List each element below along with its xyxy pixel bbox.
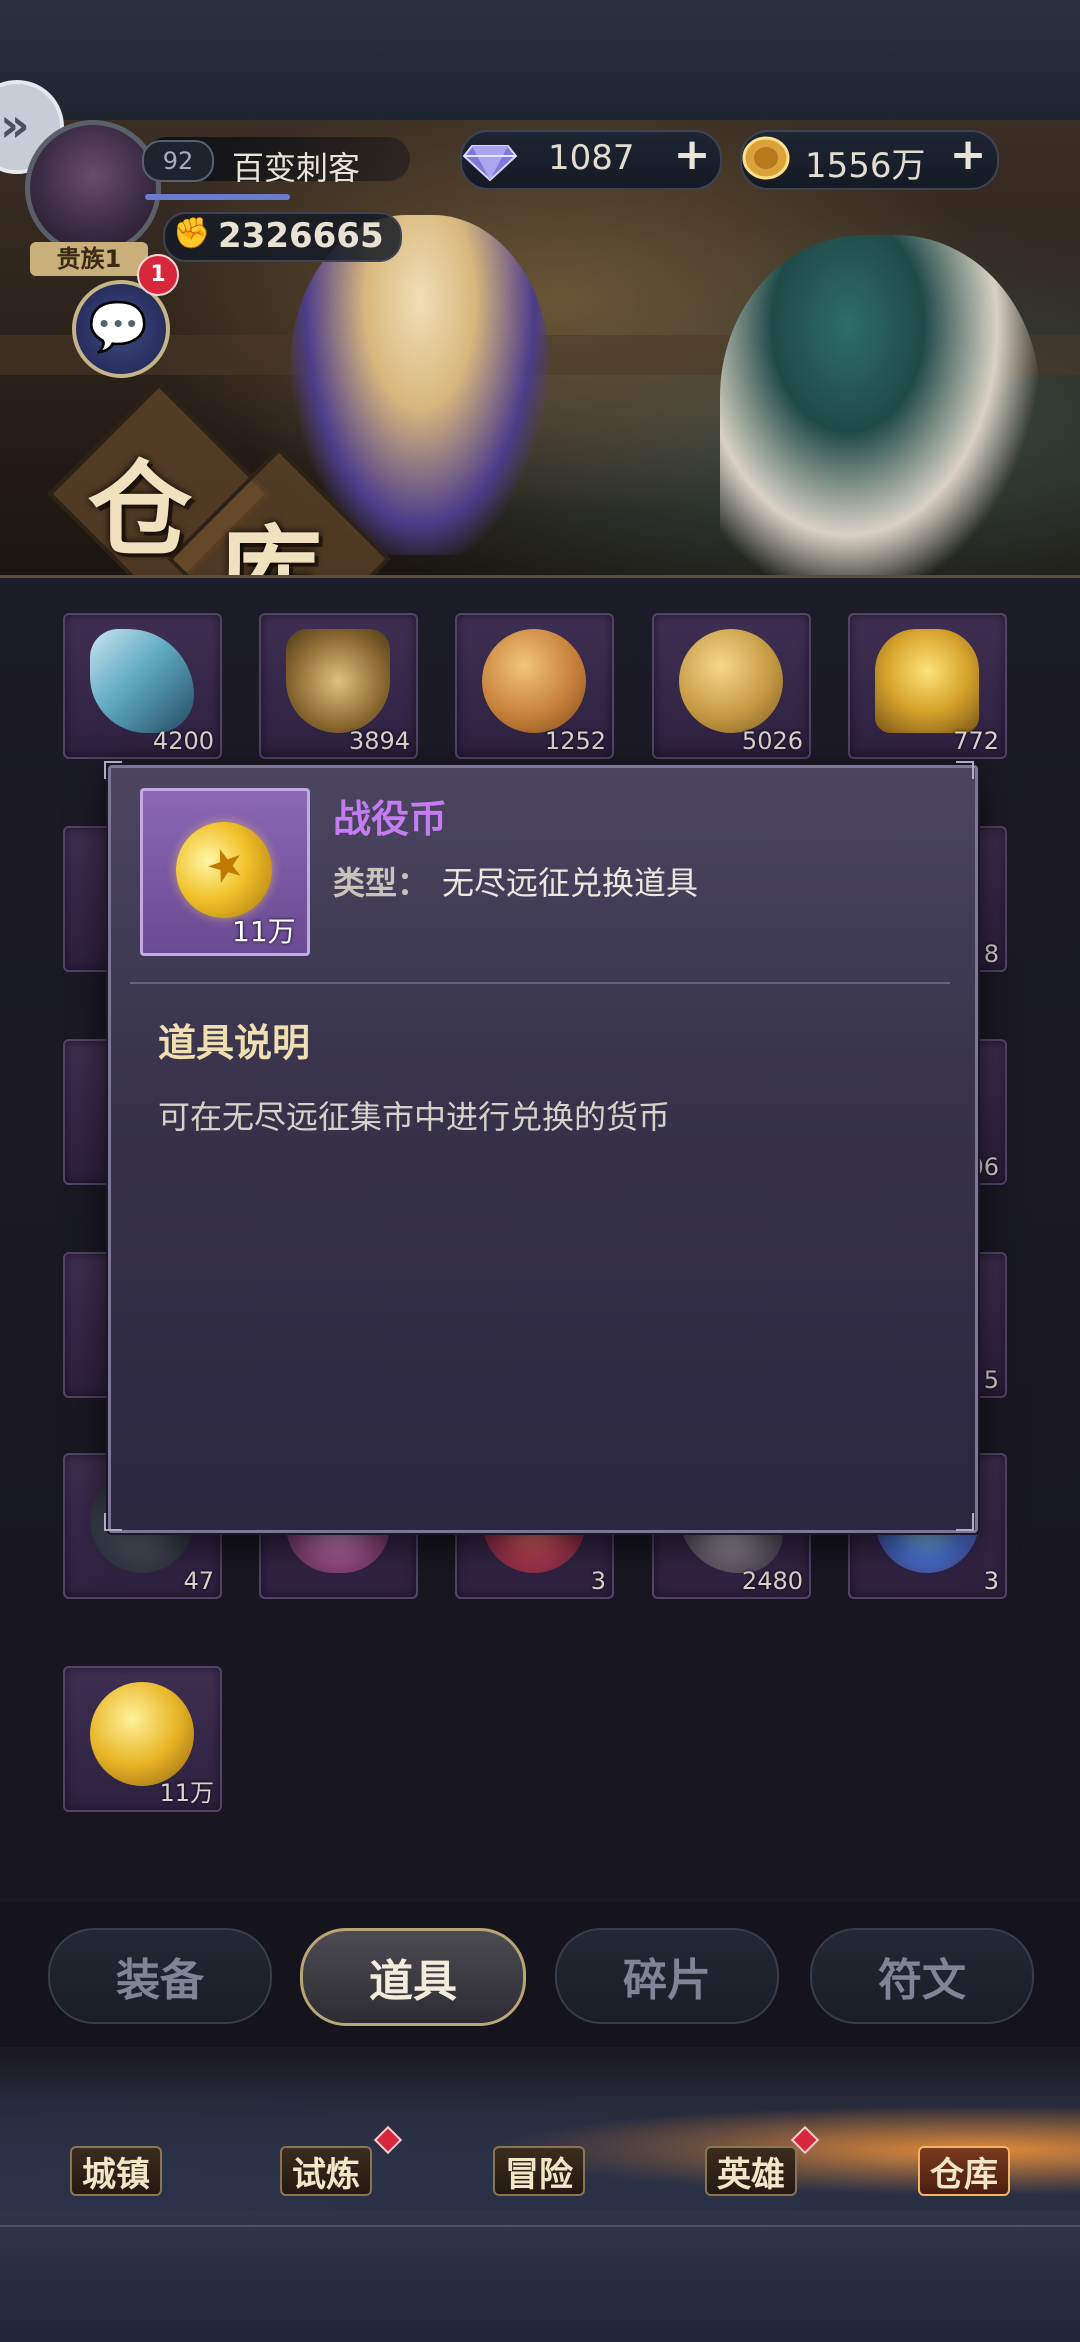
description-text: 可在无尽远征集市中进行兑换的货币 xyxy=(158,1098,671,1136)
popup-divider xyxy=(130,982,950,984)
slot-count: 4200 xyxy=(152,727,214,755)
popup-corner xyxy=(104,761,122,779)
slot-count: 2480 xyxy=(741,1567,803,1595)
description-title: 道具说明 xyxy=(158,1021,311,1065)
crystal-icon xyxy=(90,629,194,733)
glasses-girl-character xyxy=(720,235,1040,575)
item-type-label: 类型： xyxy=(333,864,430,902)
nav-town[interactable]: 城镇 xyxy=(70,2146,162,2196)
top-frame xyxy=(0,0,1080,122)
inventory-slot[interactable]: 1252 xyxy=(455,613,614,759)
inventory-slot[interactable]: 5026 xyxy=(652,613,811,759)
popup-corner xyxy=(104,1513,122,1531)
power-value: 2326665 xyxy=(218,216,384,256)
slot-count: 3 xyxy=(590,1567,606,1595)
nav-adventure[interactable]: 冒险 xyxy=(493,2146,585,2196)
inventory-slot[interactable]: 772 xyxy=(848,613,1007,759)
nav-trial[interactable]: 试炼 xyxy=(280,2146,372,2196)
slot-count: 3894 xyxy=(348,727,410,755)
tab-fragments[interactable]: 碎片 xyxy=(555,1928,779,2024)
star-coin-icon xyxy=(679,629,783,733)
tab-runes[interactable]: 符文 xyxy=(810,1928,1034,2024)
bottom-frame xyxy=(0,2225,1080,2342)
exp-bar xyxy=(145,194,290,200)
inventory-slot[interactable]: 4200 xyxy=(63,613,222,759)
chevron-right-icon: » xyxy=(0,98,30,152)
popup-corner xyxy=(956,761,974,779)
slot-count: 1252 xyxy=(544,727,606,755)
add-gems-button[interactable]: + xyxy=(670,133,714,178)
trophy-icon xyxy=(875,629,979,733)
level-badge: 92 xyxy=(142,140,214,182)
title-char-1: 仓 xyxy=(88,448,193,571)
title-char-2: 库 xyxy=(218,513,323,578)
nav-heroes[interactable]: 英雄 xyxy=(705,2146,797,2196)
tab-items[interactable]: 道具 xyxy=(300,1928,526,2026)
chat-icon: 💬 xyxy=(88,299,148,355)
bronze-coin-icon xyxy=(482,629,586,733)
fist-icon: ✊ xyxy=(173,216,211,251)
slot-count: 8 xyxy=(983,940,999,968)
popup-corner xyxy=(956,1513,974,1531)
gold-coin-icon xyxy=(738,132,794,184)
item-name: 战役币 xyxy=(333,797,448,841)
gold-value: 1556万 xyxy=(805,146,926,186)
item-type-value: 无尽远征兑换道具 xyxy=(442,864,699,902)
slot-count: 3 xyxy=(983,1567,999,1595)
slot-count: 5 xyxy=(983,1366,999,1394)
slot-count: 772 xyxy=(953,727,999,755)
campaign-coin-icon xyxy=(90,1682,194,1786)
nav-warehouse[interactable]: 仓库 xyxy=(918,2146,1010,2196)
banner-title: 仓 库 xyxy=(47,382,391,578)
emblem-icon xyxy=(286,629,390,733)
slot-count: 5026 xyxy=(741,727,803,755)
item-count: 11万 xyxy=(232,915,296,948)
vip-badge: 贵族1 xyxy=(30,242,148,276)
inventory-slot[interactable]: 3894 xyxy=(259,613,418,759)
diamond-icon xyxy=(462,132,518,184)
gem-value: 1087 xyxy=(548,138,635,178)
add-gold-button[interactable]: + xyxy=(946,133,990,178)
chat-notification-badge: 1 xyxy=(137,254,179,296)
player-name: 百变刺客 xyxy=(232,149,361,187)
avatar[interactable] xyxy=(25,120,161,256)
slot-count: 47 xyxy=(183,1567,214,1595)
inventory-slot[interactable]: 11万 xyxy=(63,1666,222,1812)
tab-equipment[interactable]: 装备 xyxy=(48,1928,272,2024)
slot-count: 11万 xyxy=(159,1779,214,1807)
